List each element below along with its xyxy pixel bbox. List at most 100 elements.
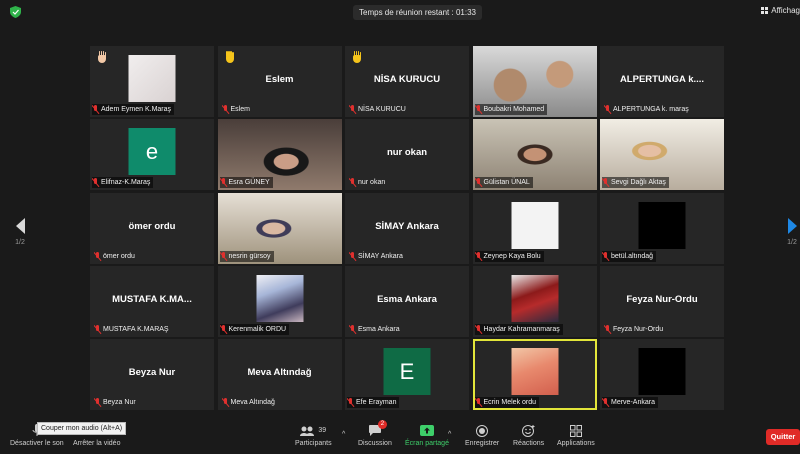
participant-name: Zeynep Kaya Bolu	[483, 252, 541, 260]
quit-button[interactable]: Quitter	[766, 429, 800, 445]
participant-name: Kerenmalik ORDU	[228, 325, 287, 333]
apps-label: Applications	[557, 440, 595, 447]
participant-tile[interactable]: Esra GÜNEY	[217, 119, 342, 191]
participant-tile[interactable]: Haydar Kahramanmaraş	[472, 265, 597, 337]
share-screen-icon	[419, 424, 434, 437]
participant-tile[interactable]: ALPERTUNGA k.... ALPERTUNGA k. maraş	[600, 46, 724, 117]
shield-icon[interactable]	[10, 6, 21, 18]
participant-name: Haydar Kahramanmaraş	[483, 325, 560, 333]
raised-hand-icon	[351, 51, 363, 63]
participant-display-name: Esma Ankara	[377, 293, 437, 305]
participant-name: Meva Altındağ	[230, 399, 275, 406]
participant-tile[interactable]: Meva Altındağ Meva Altındağ	[217, 339, 342, 410]
participant-tile[interactable]: SİMAY Ankara SİMAY Ankara	[345, 192, 469, 264]
participant-tile[interactable]: Ecrin Melek ordu	[472, 339, 597, 410]
participant-name-label: NİSA KURUCU	[349, 104, 406, 115]
record-button[interactable]: Enregistrer	[465, 424, 499, 447]
participant-name-label: ALPERTUNGA k. maraş	[604, 104, 689, 115]
participant-name: Boubakri Mohamed	[483, 106, 545, 113]
record-icon	[476, 424, 489, 437]
participant-tile[interactable]: Zeynep Kaya Bolu	[472, 192, 597, 264]
participant-display-name: SİMAY Ankara	[375, 220, 439, 232]
muted-mic-icon	[94, 324, 101, 334]
participant-name-label: Gülistan ÜNAL	[474, 177, 533, 189]
participant-name: Efe Erayman	[356, 399, 397, 406]
chat-badge: 2	[377, 420, 387, 429]
participant-tile[interactable]: Feyza Nur-Ordu Feyza Nur-Ordu	[600, 265, 724, 337]
participant-display-name: Feyza Nur-Ordu	[626, 293, 698, 305]
participant-avatar	[256, 274, 303, 322]
participant-tile[interactable]: Sevgi Dağlı Aktaş	[600, 119, 724, 191]
chat-icon: 2	[368, 420, 387, 437]
participants-button[interactable]: 39 Participants	[295, 424, 332, 447]
participant-tile[interactable]: nur okan nur okan	[345, 119, 469, 191]
participants-options-caret[interactable]: ^	[342, 431, 345, 438]
muted-mic-icon	[94, 398, 101, 407]
participant-name-label: Beyza Nur	[94, 397, 136, 408]
participant-tile[interactable]: Esma Ankara Esma Ankara	[345, 265, 469, 337]
participants-icon	[300, 426, 315, 436]
participant-name: nesrin gürsoy	[228, 252, 271, 260]
participant-name-label: Elifnaz-K.Maraş	[92, 177, 154, 189]
participant-name-label: Haydar Kahramanmaraş	[474, 323, 563, 335]
participant-tile[interactable]: Eslem Eslem	[217, 46, 342, 117]
page-indicator-right: 1/2	[787, 239, 797, 246]
next-page-button[interactable]: 1/2	[784, 218, 800, 246]
participant-gallery: Adem Eymen K.Maraş Eslem Eslem NİSA KURUCU N…	[90, 46, 724, 410]
muted-mic-icon	[349, 324, 356, 334]
participant-tile[interactable]: Merve-Ankara	[600, 339, 724, 410]
share-screen-button[interactable]: Écran partagé	[405, 424, 449, 447]
participant-tile[interactable]: Kerenmalik ORDU	[217, 265, 342, 337]
muted-mic-icon	[349, 105, 356, 114]
muted-mic-icon	[92, 178, 99, 187]
participant-tile[interactable]: e Elifnaz-K.Maraş	[90, 119, 214, 191]
chevron-left-icon	[15, 218, 25, 234]
participant-name-label: nesrin gürsoy	[219, 250, 274, 262]
participant-tile[interactable]: E Efe Erayman	[345, 339, 469, 410]
participant-tile[interactable]: betül.altındağ	[600, 192, 724, 264]
participant-tile[interactable]: Boubakri Mohamed	[472, 46, 597, 117]
participant-name: Sevgi Dağlı Aktaş	[611, 179, 666, 187]
participant-display-name: ömer ordu	[128, 220, 176, 232]
participant-avatar	[511, 201, 558, 249]
muted-mic-icon	[349, 178, 356, 187]
participant-avatar: E	[383, 348, 431, 395]
muted-mic-icon	[475, 251, 482, 261]
participant-tile[interactable]: Adem Eymen K.Maraş	[90, 46, 214, 117]
mute-tooltip: Couper mon audio (Alt+A)	[37, 422, 127, 435]
share-screen-label: Écran partagé	[405, 440, 449, 447]
participant-name: betül.altındağ	[611, 252, 654, 260]
muted-mic-icon	[602, 178, 609, 187]
view-label: Affichag	[771, 6, 800, 15]
muted-mic-icon	[604, 324, 611, 334]
participant-tile[interactable]: Beyza Nur Beyza Nur	[90, 339, 214, 410]
record-label: Enregistrer	[465, 440, 500, 447]
participant-name-label: nur okan	[349, 177, 385, 188]
apps-button[interactable]: Applications	[557, 424, 595, 447]
stop-video-label: Arrêter la vidéo	[73, 440, 121, 447]
participants-label: Participants	[295, 440, 332, 447]
participant-tile[interactable]: NİSA KURUCU NİSA KURUCU	[345, 46, 469, 117]
participant-tile[interactable]: MUSTAFA K.MA... MUSTAFA K.MARAŞ	[90, 265, 214, 337]
view-button[interactable]: Affichag	[761, 6, 800, 15]
previous-page-button[interactable]: 1/2	[12, 218, 28, 246]
participant-name: ömer ordu	[103, 252, 135, 260]
reactions-label: Réactions	[513, 440, 545, 447]
raised-hand-icon	[224, 51, 236, 63]
participant-tile[interactable]: nesrin gürsoy	[217, 192, 342, 264]
page-indicator-left: 1/2	[15, 239, 25, 246]
participant-avatar	[638, 348, 686, 395]
muted-mic-icon	[475, 398, 482, 407]
muted-mic-icon	[347, 398, 354, 407]
participant-avatar	[511, 348, 558, 395]
participant-avatar	[128, 55, 176, 102]
meeting-timer: Temps de réunion restant : 01:33	[353, 5, 482, 20]
participant-tile[interactable]: ömer ordu ömer ordu	[90, 192, 214, 264]
reactions-button[interactable]: Réactions	[513, 424, 544, 447]
share-options-caret[interactable]: ^	[448, 431, 451, 438]
participant-tile[interactable]: Gülistan ÜNAL	[472, 119, 597, 191]
chat-button[interactable]: 2 Discussion	[358, 420, 392, 447]
muted-mic-icon	[475, 105, 482, 114]
participant-name: Gülistan ÜNAL	[483, 179, 530, 187]
participant-avatar	[511, 274, 558, 322]
